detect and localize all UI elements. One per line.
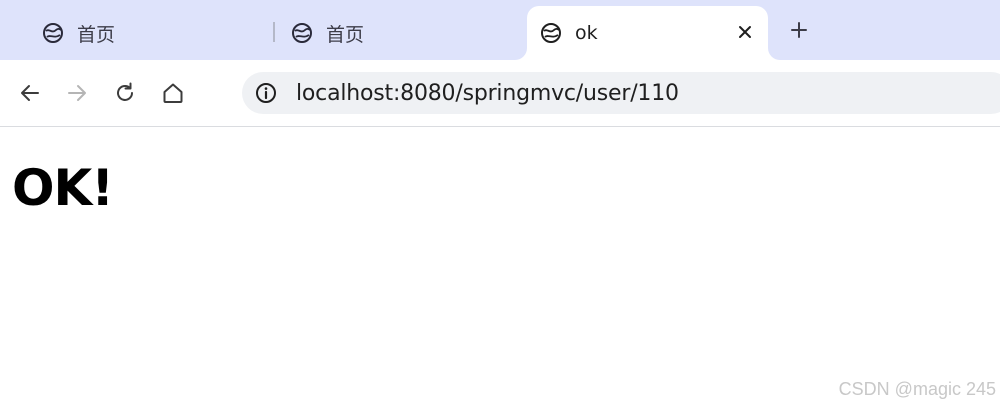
- globe-icon: [291, 22, 313, 44]
- back-button[interactable]: [16, 79, 44, 107]
- tab-home-1[interactable]: 首页: [42, 6, 272, 60]
- globe-icon: [540, 22, 562, 44]
- url-text[interactable]: localhost:8080/springmvc/user/110: [296, 81, 679, 106]
- watermark: CSDN @magic 245: [838, 379, 996, 399]
- browser-toolbar: localhost:8080/springmvc/user/110: [0, 60, 1000, 127]
- info-icon[interactable]: [254, 81, 278, 105]
- close-icon[interactable]: [734, 21, 756, 43]
- new-tab-button[interactable]: [786, 17, 812, 43]
- tab-title: 首页: [77, 23, 116, 46]
- tab-title: ok: [575, 22, 598, 44]
- tab-home-2[interactable]: 首页: [291, 6, 521, 60]
- tab-title: 首页: [326, 23, 365, 46]
- tab-ok-active[interactable]: ok: [527, 6, 768, 60]
- globe-icon: [42, 22, 64, 44]
- page-heading: OK!: [12, 159, 114, 217]
- reload-button[interactable]: [111, 79, 139, 107]
- plus-icon: [791, 22, 807, 38]
- address-bar[interactable]: localhost:8080/springmvc/user/110: [242, 72, 1000, 114]
- tab-separator: [273, 22, 275, 42]
- page-content: OK! CSDN @magic 245: [0, 127, 1000, 408]
- browser-window: 首页 首页 ok localhost:8080/springmvc/user/1…: [0, 0, 1000, 408]
- forward-button[interactable]: [63, 79, 91, 107]
- home-icon: [163, 83, 183, 103]
- tab-strip: 首页 首页 ok: [0, 0, 1000, 60]
- home-button[interactable]: [159, 79, 187, 107]
- arrow-left-icon: [21, 85, 39, 101]
- arrow-right-icon: [68, 85, 86, 101]
- reload-icon: [117, 82, 133, 101]
